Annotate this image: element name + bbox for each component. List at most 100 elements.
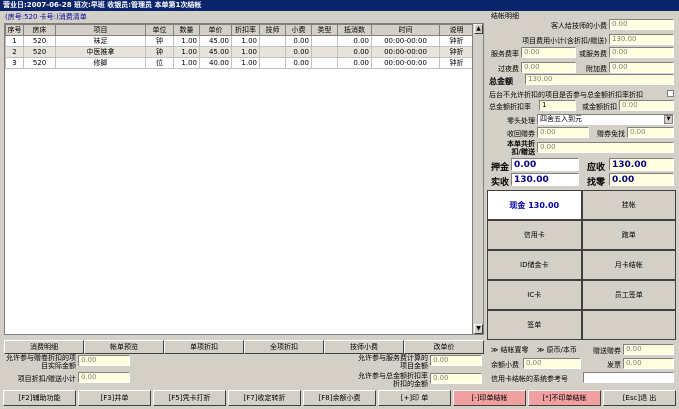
- change-field[interactable]: 0.00: [609, 173, 674, 186]
- print-settle-button[interactable]: [-]印单结帐: [453, 390, 526, 406]
- f5-card-discount-button[interactable]: [F5]凭卡打折: [153, 390, 226, 406]
- f8-balance-tip-button[interactable]: [F8]余额小费: [303, 390, 376, 406]
- chevron-down-icon[interactable]: ▼: [664, 115, 673, 124]
- currency-link[interactable]: ≫ 原币/本币: [537, 345, 577, 355]
- total-disc-eligible-field[interactable]: 0.00: [430, 373, 482, 384]
- coupon-field[interactable]: 0.00: [537, 127, 589, 138]
- table-row[interactable]: 2 520 中医推拿钟 1.00 45.00 1.00 0.00 0.00 00:00-00:0…: [5, 46, 474, 58]
- received-field[interactable]: 130.00: [511, 173, 579, 186]
- column-header[interactable]: 单位: [145, 24, 174, 36]
- receivable-label: 应收: [587, 163, 606, 173]
- column-header[interactable]: 数量: [173, 24, 200, 36]
- table-cell: 0.00: [285, 57, 312, 69]
- rounding-select[interactable]: 四舍五入到元 ▼: [537, 114, 674, 125]
- discount-subtotal-field[interactable]: 0.00: [78, 372, 130, 383]
- walk-out-button[interactable]: 跑单: [581, 220, 676, 250]
- column-header[interactable]: 时间: [371, 24, 440, 36]
- service-charge-field[interactable]: 0.00: [609, 47, 674, 58]
- id-card-button[interactable]: ID储金卡: [487, 250, 582, 280]
- invoice-field[interactable]: 0.00: [623, 358, 674, 369]
- column-header[interactable]: 类型: [311, 24, 338, 36]
- table-cell: 修脚: [55, 57, 146, 69]
- or-discount-field[interactable]: 0.00: [619, 100, 674, 111]
- service-eligible-label: 允许参与服务费计算的项目金额: [358, 354, 428, 370]
- change-price-button[interactable]: 改单价: [404, 340, 484, 354]
- table-cell: 钟折: [439, 46, 474, 58]
- consumption-detail-button[interactable]: 消费明细: [4, 340, 84, 354]
- bill-preview-button[interactable]: 帐单预览: [84, 340, 164, 354]
- balance-tip-field[interactable]: 0.00: [523, 358, 581, 369]
- table-cell: 钟折: [439, 35, 474, 47]
- credit-card-button[interactable]: 信用卡: [487, 220, 582, 250]
- balance-tip-label: 余额小费: [491, 361, 519, 369]
- coupon-eligible-field[interactable]: 0.00: [78, 355, 130, 366]
- gift-coupon-label: 赠送赠券: [593, 347, 621, 355]
- bill-discount-field[interactable]: 0.00: [537, 142, 674, 153]
- f2-assist-button[interactable]: [F2]辅助功能: [3, 390, 76, 406]
- overnight-field[interactable]: 0.00: [521, 62, 576, 73]
- sign-bill-button[interactable]: 签单: [487, 310, 582, 340]
- column-header[interactable]: 项目: [55, 24, 146, 36]
- cash-pay-button[interactable]: 现金 130.00: [487, 190, 582, 220]
- noprint-settle-button[interactable]: [*]不印单结帐: [528, 390, 601, 406]
- scroll-down-arrow-icon[interactable]: ▼: [474, 324, 483, 334]
- tip-field[interactable]: 0.00: [609, 19, 674, 30]
- column-header[interactable]: 折扣率: [231, 24, 260, 36]
- tech-tip-button[interactable]: 技师小费: [324, 340, 404, 354]
- service-eligible-field[interactable]: 0.00: [430, 355, 482, 366]
- subtotal-label: 项目费用小计(含折扣/赠送): [522, 37, 607, 45]
- bill-discount-label: 本单共折扣/赠送: [507, 140, 535, 156]
- deposit-field[interactable]: 0.00: [511, 158, 579, 171]
- column-header[interactable]: 房床: [23, 24, 56, 36]
- column-header[interactable]: 序号: [5, 24, 24, 36]
- extra-fee-field[interactable]: 0.00: [609, 62, 674, 73]
- discount-subtotal-label: 项目折扣/赠送小计: [17, 375, 76, 383]
- receivable-field[interactable]: 130.00: [609, 158, 674, 171]
- charge-account-button[interactable]: 挂帐: [581, 190, 676, 220]
- table-cell: 45.00: [199, 35, 232, 47]
- ic-card-button[interactable]: IC卡: [487, 280, 582, 310]
- coupon-free-field[interactable]: 0.00: [627, 127, 674, 138]
- cc-ref-field[interactable]: [583, 372, 674, 383]
- table-cell: 中医推拿: [55, 46, 146, 58]
- consumption-table[interactable]: 序号 房床 项目 单位 数量 单价 折扣率 技师 小费 类型 抵消数 时间 说明 1 520 袜足钟 1.00…: [4, 23, 474, 335]
- table-row[interactable]: 1 520 袜足钟 1.00 45.00 1.00 0.00 0.00 00:00-00:00 钟…: [5, 35, 474, 47]
- column-header[interactable]: 小费: [285, 24, 312, 36]
- total-discount-field[interactable]: 1: [539, 100, 576, 111]
- esc-exit-button[interactable]: [Esc]退 出: [603, 390, 676, 406]
- column-header[interactable]: 技师: [259, 24, 286, 36]
- print-bill-button[interactable]: [+]印 单: [378, 390, 451, 406]
- f7-deposit-button[interactable]: [F7]收定转折: [228, 390, 301, 406]
- table-cell: 0.00: [285, 35, 312, 47]
- scroll-up-arrow-icon[interactable]: ▲: [474, 24, 483, 34]
- staff-sign-button[interactable]: 员工签单: [581, 280, 676, 310]
- subtotal-field[interactable]: 130.00: [609, 34, 674, 45]
- column-header[interactable]: 单价: [199, 24, 232, 36]
- column-header[interactable]: 说明: [439, 24, 474, 36]
- table-cell: 0.00: [337, 57, 372, 69]
- table-cell: [259, 57, 286, 69]
- item-discount-button[interactable]: 单项折扣: [164, 340, 244, 354]
- discount-note-checkbox[interactable]: [667, 90, 674, 97]
- table-cell: 520: [23, 46, 56, 58]
- gift-coupon-field[interactable]: 0.00: [623, 344, 674, 355]
- column-header[interactable]: 抵消数: [337, 24, 372, 36]
- settlement-panel: 结帐明细 客人给技师的小费 0.00 项目费用小计(含折扣/赠送) 130.00…: [487, 12, 677, 384]
- table-row[interactable]: 3 520 修脚位 1.00 40.00 1.00 0.00 0.00 00:00-00:00 钟…: [5, 57, 474, 69]
- service-fee-field[interactable]: 0.00: [521, 47, 576, 58]
- table-cell: 45.00: [199, 46, 232, 58]
- all-discount-button[interactable]: 全项折扣: [244, 340, 324, 354]
- table-scrollbar[interactable]: ▲ ▼: [472, 23, 484, 335]
- deposit-label: 押金: [491, 163, 510, 173]
- table-cell: [259, 35, 286, 47]
- f3-merge-button[interactable]: [F3]并单: [78, 390, 151, 406]
- zero-settle-link[interactable]: ≫ 结帐置零: [491, 345, 529, 355]
- service-fee-label: 服务费率: [491, 50, 519, 58]
- payment-grid: 现金 130.00 挂帐 信用卡 跑单 ID储金卡 月卡结帐 IC卡 员工签单 …: [487, 190, 676, 340]
- total-field[interactable]: 130.00: [525, 74, 674, 85]
- table-cell: 0.00: [337, 35, 372, 47]
- change-label: 找零: [587, 178, 606, 188]
- table-cell: 40.00: [199, 57, 232, 69]
- monthly-card-button[interactable]: 月卡结帐: [581, 250, 676, 280]
- table-cell: 袜足: [55, 35, 146, 47]
